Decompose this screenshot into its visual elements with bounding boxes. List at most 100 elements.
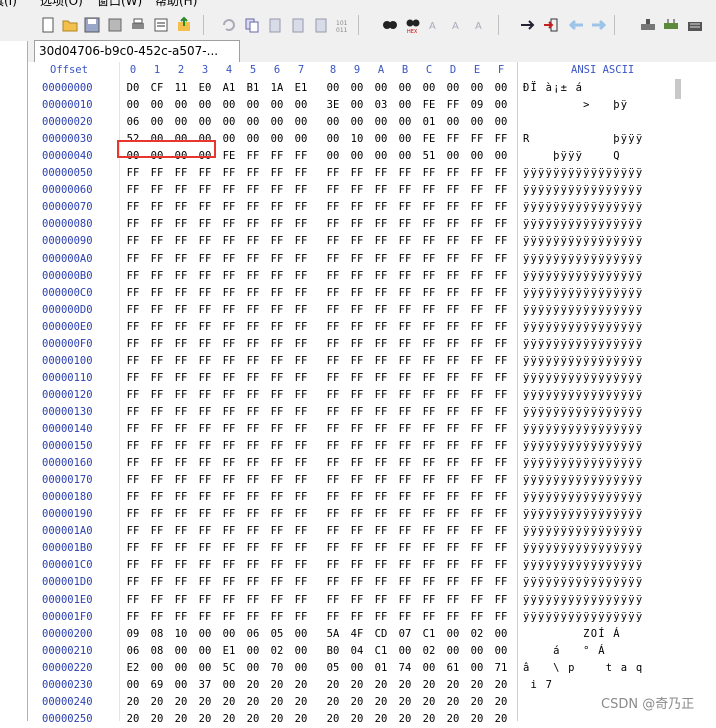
hex-byte[interactable]: FF — [265, 218, 289, 230]
hex-byte[interactable]: FF — [393, 389, 417, 401]
hex-byte[interactable]: FF — [321, 304, 345, 316]
hex-byte[interactable]: FF — [465, 355, 489, 367]
hex-byte[interactable]: FF — [321, 389, 345, 401]
hex-byte[interactable]: FF — [321, 525, 345, 537]
hex-byte[interactable]: FF — [369, 304, 393, 316]
hex-byte[interactable]: 00 — [193, 628, 217, 640]
ram-icon[interactable] — [662, 16, 680, 34]
hex-byte[interactable]: FF — [145, 389, 169, 401]
hex-byte[interactable]: 20 — [345, 679, 369, 691]
hex-byte[interactable]: FE — [217, 150, 241, 162]
hex-byte[interactable]: FF — [321, 423, 345, 435]
hex-byte[interactable]: FF — [241, 576, 265, 588]
hex-byte[interactable]: FF — [321, 542, 345, 554]
hex-byte[interactable]: FF — [345, 406, 369, 418]
hex-byte[interactable]: A1 — [217, 82, 241, 94]
hex-byte[interactable]: 00 — [289, 133, 313, 145]
hex-byte[interactable]: 00 — [145, 662, 169, 674]
hex-byte[interactable]: FF — [145, 594, 169, 606]
hex-byte[interactable]: 00 — [193, 116, 217, 128]
hex-byte[interactable]: FF — [217, 253, 241, 265]
hex-byte[interactable]: FF — [241, 253, 265, 265]
hex-byte[interactable]: FF — [321, 184, 345, 196]
hex-byte[interactable]: FF — [441, 253, 465, 265]
hex-byte[interactable]: FF — [441, 167, 465, 179]
hex-byte[interactable]: 11 — [169, 82, 193, 94]
hex-byte[interactable]: 20 — [393, 679, 417, 691]
hex-byte[interactable]: FF — [441, 133, 465, 145]
hex-byte[interactable]: FF — [465, 321, 489, 333]
hex-byte[interactable]: FF — [417, 611, 441, 623]
hex-byte[interactable]: FF — [265, 457, 289, 469]
hex-byte[interactable]: FF — [369, 235, 393, 247]
find-icon[interactable] — [381, 16, 399, 34]
hex-byte[interactable]: 20 — [369, 696, 393, 708]
hex-byte[interactable]: FF — [489, 594, 513, 606]
hex-byte[interactable]: FF — [241, 559, 265, 571]
document-tab[interactable]: 30d04706-b9c0-452c-a507-... — [34, 40, 240, 62]
hex-byte[interactable]: FF — [369, 218, 393, 230]
hex-byte[interactable]: FF — [441, 99, 465, 111]
copy-icon[interactable] — [243, 16, 261, 34]
hex-byte[interactable]: FF — [241, 372, 265, 384]
hex-byte[interactable]: FF — [121, 440, 145, 452]
hex-byte[interactable]: FF — [169, 321, 193, 333]
hex-byte[interactable]: FF — [241, 525, 265, 537]
hex-byte[interactable]: FF — [369, 594, 393, 606]
hex-byte[interactable]: FF — [417, 594, 441, 606]
hex-byte[interactable]: FF — [193, 423, 217, 435]
hex-byte[interactable]: 00 — [369, 133, 393, 145]
hex-byte[interactable]: 00 — [489, 150, 513, 162]
ascii-text[interactable]: ÿÿÿÿÿÿÿÿÿÿÿÿÿÿÿÿ — [523, 474, 643, 486]
hex-byte[interactable]: FF — [241, 355, 265, 367]
hex-byte[interactable]: FF — [393, 594, 417, 606]
hex-byte[interactable]: FF — [169, 389, 193, 401]
hex-byte[interactable]: FF — [321, 594, 345, 606]
hex-byte[interactable]: FF — [345, 611, 369, 623]
hex-byte[interactable]: FF — [145, 542, 169, 554]
hex-byte[interactable]: 03 — [369, 99, 393, 111]
hex-byte[interactable]: FF — [417, 389, 441, 401]
hex-byte[interactable]: FF — [345, 576, 369, 588]
hex-byte[interactable]: FF — [465, 184, 489, 196]
hex-byte[interactable]: FF — [465, 525, 489, 537]
hex-byte[interactable]: E2 — [121, 662, 145, 674]
hex-byte[interactable]: FF — [169, 355, 193, 367]
hex-byte[interactable]: 00 — [345, 150, 369, 162]
ascii-text[interactable]: ÿÿÿÿÿÿÿÿÿÿÿÿÿÿÿÿ — [523, 457, 643, 469]
hex-byte[interactable]: 06 — [241, 628, 265, 640]
hex-byte[interactable]: FF — [193, 184, 217, 196]
hex-byte[interactable]: FF — [417, 338, 441, 350]
hex-byte[interactable]: 71 — [489, 662, 513, 674]
hex-byte[interactable]: 06 — [121, 116, 145, 128]
hex-byte[interactable]: 20 — [265, 679, 289, 691]
hex-byte[interactable]: 00 — [465, 662, 489, 674]
hex-byte[interactable]: FF — [265, 423, 289, 435]
hex-editor-view[interactable]: Offset 0123456789ABCDEF ANSI ASCII 00000… — [28, 62, 716, 725]
hex-byte[interactable]: 00 — [169, 662, 193, 674]
hex-byte[interactable]: FF — [121, 338, 145, 350]
export-icon[interactable] — [175, 16, 193, 34]
hex-byte[interactable]: 00 — [321, 82, 345, 94]
hex-byte[interactable]: FF — [369, 576, 393, 588]
hex-byte[interactable]: FF — [321, 253, 345, 265]
hex-byte[interactable]: FF — [489, 321, 513, 333]
hex-byte[interactable]: FF — [121, 321, 145, 333]
hex-byte[interactable]: FF — [489, 542, 513, 554]
hex-byte[interactable]: 20 — [321, 696, 345, 708]
hex-byte[interactable]: 00 — [193, 99, 217, 111]
hex-byte[interactable]: FF — [321, 218, 345, 230]
hex-byte[interactable]: FF — [217, 576, 241, 588]
ascii-text[interactable]: ÿÿÿÿÿÿÿÿÿÿÿÿÿÿÿÿ — [523, 440, 643, 452]
hex-byte[interactable]: FF — [465, 474, 489, 486]
hex-byte[interactable]: FF — [193, 389, 217, 401]
find-next-icon[interactable]: A — [427, 16, 445, 34]
hex-byte[interactable]: FF — [169, 457, 193, 469]
hex-byte[interactable]: FF — [417, 304, 441, 316]
hex-byte[interactable]: FF — [193, 611, 217, 623]
hex-byte[interactable]: 37 — [193, 679, 217, 691]
hex-byte[interactable]: FF — [217, 457, 241, 469]
hex-byte[interactable]: FF — [265, 201, 289, 213]
hex-byte[interactable]: FF — [417, 406, 441, 418]
hex-byte[interactable]: 20 — [289, 679, 313, 691]
